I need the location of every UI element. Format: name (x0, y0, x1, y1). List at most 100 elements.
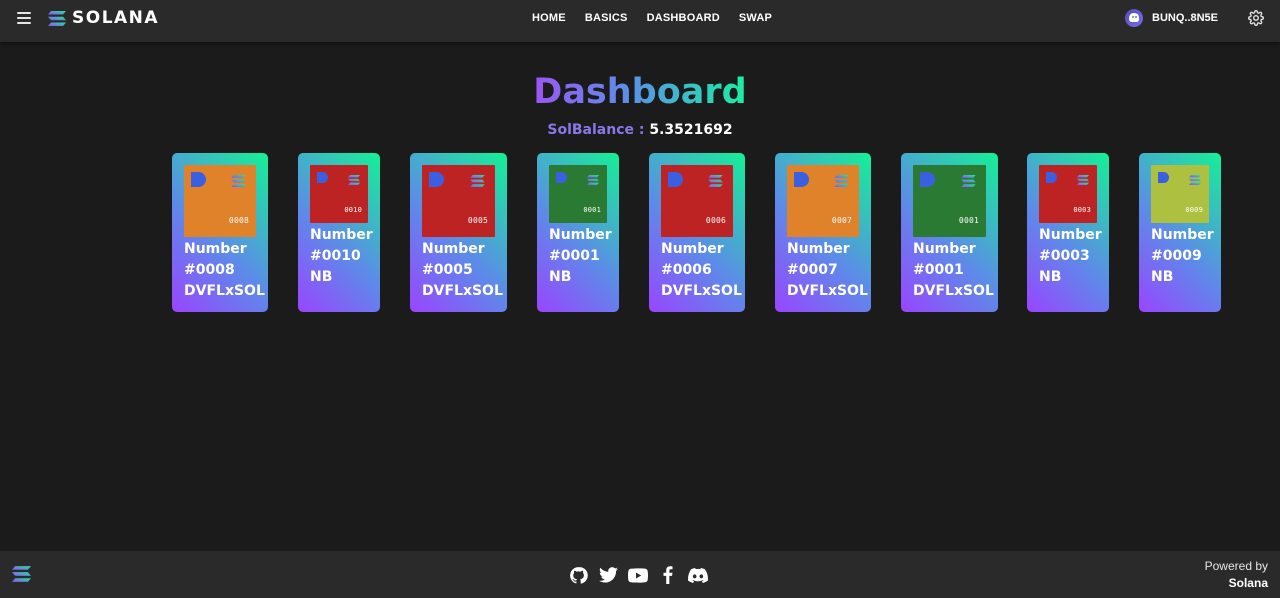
d-logo-icon (1158, 172, 1169, 183)
d-logo-icon (668, 172, 683, 187)
d-logo-icon (920, 172, 935, 187)
d-logo-icon (794, 172, 809, 187)
github-icon[interactable] (568, 565, 588, 585)
nft-collection: NB (1151, 269, 1174, 285)
wallet-address: BUNQ..8N5E (1152, 12, 1219, 24)
d-logo-icon (556, 172, 567, 183)
powered-by: Powered by Solana (1205, 558, 1268, 592)
d-logo-icon (191, 172, 206, 187)
nft-image: 0003 (1039, 165, 1097, 223)
nft-card[interactable]: 0007 Number #0007 DVFLxSOL (775, 153, 871, 312)
nft-card[interactable]: 0006 Number #0006 DVFLxSOL (649, 153, 745, 312)
nft-card[interactable]: 0001 Number #0001 DVFLxSOL (901, 153, 998, 312)
nft-caption: Number #0001 DVFLxSOL (913, 239, 994, 302)
d-logo-icon (429, 172, 444, 187)
twitter-icon[interactable] (598, 565, 618, 585)
solana-mark-icon (1189, 175, 1201, 185)
nft-collection: DVFLxSOL (422, 283, 503, 299)
nft-caption: Number #0003 NB (1039, 225, 1102, 288)
nft-name: Number (1151, 227, 1214, 243)
nft-number: #0001 (549, 248, 600, 264)
nft-image: 0007 (787, 165, 859, 237)
solana-mark-icon (708, 175, 723, 187)
d-logo-icon (1046, 172, 1057, 183)
nft-collection: DVFLxSOL (184, 283, 265, 299)
nft-card[interactable]: 0010 Number #0010 NB (298, 153, 380, 312)
nft-serial: 0009 (1185, 206, 1203, 214)
nft-collection: NB (549, 269, 572, 285)
wallet-button[interactable]: BUNQ..8N5E (1125, 9, 1218, 27)
brand-name: SOLANA (72, 8, 160, 28)
settings-gear-icon[interactable] (1248, 10, 1264, 26)
powered-by-label: Powered by (1204, 559, 1268, 573)
nft-number: #0008 (184, 262, 235, 278)
nft-image: 0001 (913, 165, 986, 237)
brand-link[interactable]: SOLANA (48, 8, 160, 28)
nft-number: #0010 (310, 248, 361, 264)
nav-home[interactable]: HOME (532, 12, 566, 24)
nft-caption: Number #0009 NB (1151, 225, 1214, 288)
page-title: Dashboard (533, 72, 747, 112)
nft-image: 0006 (661, 165, 733, 237)
solana-mark-icon (587, 175, 599, 185)
solana-mark-icon (834, 175, 849, 187)
nft-collection: DVFLxSOL (913, 283, 994, 299)
footer: Powered by Solana (0, 551, 1280, 598)
nav-basics[interactable]: BASICS (585, 12, 628, 24)
main-nav: HOME BASICS DASHBOARD SWAP (532, 12, 791, 24)
nft-collection: NB (1039, 269, 1062, 285)
nav-swap[interactable]: SWAP (739, 12, 772, 24)
solana-mark-icon (231, 175, 246, 187)
nft-card[interactable]: 0009 Number #0009 NB (1139, 153, 1221, 312)
nft-card[interactable]: 0003 Number #0003 NB (1027, 153, 1109, 312)
nft-number: #0001 (913, 262, 964, 278)
nft-serial: 0001 (583, 206, 601, 214)
nft-caption: Number #0007 DVFLxSOL (787, 239, 868, 302)
nft-image: 0010 (310, 165, 368, 223)
discord-icon[interactable] (688, 565, 708, 585)
balance-label: SolBalance : (547, 122, 645, 138)
nft-name: Number (184, 241, 247, 257)
facebook-icon[interactable] (658, 565, 678, 585)
solana-logo-icon (48, 10, 66, 26)
nft-card[interactable]: 0005 Number #0005 DVFLxSOL (410, 153, 507, 312)
nft-name: Number (661, 241, 724, 257)
nft-name: Number (310, 227, 373, 243)
social-links (568, 565, 718, 585)
nft-number: #0005 (422, 262, 473, 278)
youtube-icon[interactable] (628, 565, 648, 585)
nft-caption: Number #0006 DVFLxSOL (661, 239, 742, 302)
d-logo-icon (317, 172, 328, 183)
nft-name: Number (549, 227, 612, 243)
nft-serial: 0005 (467, 216, 488, 225)
nav-dashboard[interactable]: DASHBOARD (647, 12, 720, 24)
solana-logo-icon[interactable] (12, 566, 31, 582)
nft-card[interactable]: 0008 Number #0008 DVFLxSOL (172, 153, 268, 312)
hamburger-menu-icon[interactable] (17, 12, 31, 24)
nft-serial: 0008 (228, 216, 249, 225)
nft-collection: DVFLxSOL (661, 283, 742, 299)
solana-mark-icon (470, 175, 485, 187)
solana-mark-icon (1077, 175, 1089, 185)
nft-name: Number (1039, 227, 1102, 243)
nft-name: Number (787, 241, 850, 257)
nft-image: 0008 (184, 165, 256, 237)
top-navbar: SOLANA HOME BASICS DASHBOARD SWAP BUNQ..… (0, 0, 1280, 42)
phantom-wallet-icon (1125, 9, 1143, 27)
nft-collection: DVFLxSOL (787, 283, 868, 299)
nft-image: 0001 (549, 165, 607, 223)
nft-image: 0005 (422, 165, 495, 237)
nft-grid: 0008 Number #0008 DVFLxSOL 0010 Number #0010 NB… (0, 153, 1280, 313)
nft-caption: Number #0010 NB (310, 225, 373, 288)
nft-collection: NB (310, 269, 333, 285)
nft-number: #0003 (1039, 248, 1090, 264)
nft-number: #0006 (661, 262, 712, 278)
nft-serial: 0006 (705, 216, 726, 225)
nft-number: #0009 (1151, 248, 1202, 264)
nft-name: Number (913, 241, 976, 257)
nft-caption: Number #0005 DVFLxSOL (422, 239, 503, 302)
nft-serial: 0001 (958, 216, 979, 225)
nft-card[interactable]: 0001 Number #0001 NB (537, 153, 619, 312)
nft-name: Number (422, 241, 485, 257)
nft-caption: Number #0001 NB (549, 225, 612, 288)
